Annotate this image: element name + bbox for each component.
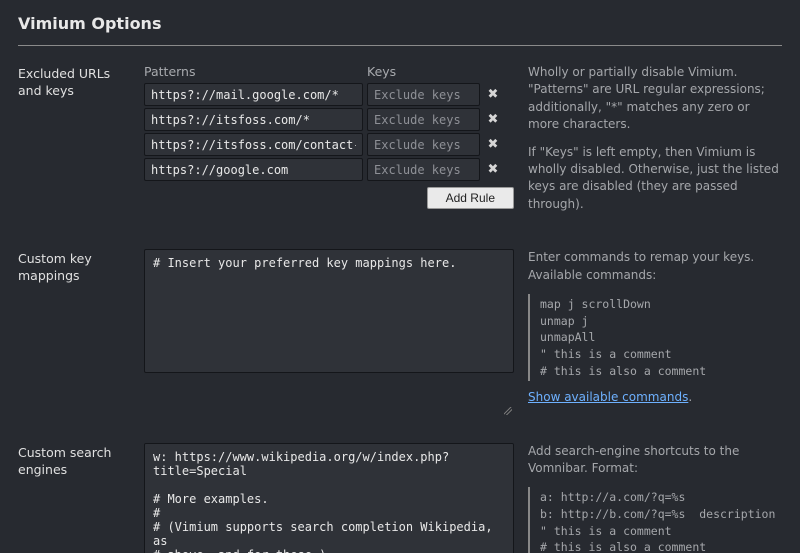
search-label: Custom search engines bbox=[18, 443, 130, 553]
help-text: Add search-engine shortcuts to the Vomni… bbox=[528, 443, 782, 478]
keymap-help: Enter commands to remap your keys. Avail… bbox=[528, 249, 782, 417]
search-example-block: a: http://a.com/?q=%s b: http://b.com/?q… bbox=[528, 487, 782, 553]
help-text: Wholly or partially disable Vimium. "Pat… bbox=[528, 64, 782, 134]
add-rule-button[interactable]: Add Rule bbox=[427, 187, 514, 209]
excluded-label: Excluded URLs and keys bbox=[18, 64, 130, 223]
page-title: Vimium Options bbox=[18, 14, 782, 33]
excluded-columns-header: Patterns Keys bbox=[144, 64, 514, 79]
keymap-example-block: map j scrollDown unmap j unmapAll " this… bbox=[528, 294, 782, 381]
pattern-input[interactable] bbox=[144, 83, 363, 106]
keys-input[interactable] bbox=[367, 133, 480, 156]
help-text: Enter commands to remap your keys. Avail… bbox=[528, 249, 782, 284]
search-help: Add search-engine shortcuts to the Vomni… bbox=[528, 443, 782, 553]
keys-input[interactable] bbox=[367, 158, 480, 181]
remove-rule-icon[interactable]: ✖ bbox=[484, 113, 502, 126]
section-search-engines: Custom search engines Add search-engine … bbox=[18, 443, 782, 553]
rule-row: ✖ bbox=[144, 133, 514, 156]
rule-row: ✖ bbox=[144, 83, 514, 106]
remove-rule-icon[interactable]: ✖ bbox=[484, 138, 502, 151]
pattern-input[interactable] bbox=[144, 158, 363, 181]
keymap-label: Custom key mappings bbox=[18, 249, 130, 417]
search-engines-textarea[interactable] bbox=[144, 443, 514, 553]
excluded-table: Patterns Keys ✖ ✖ ✖ ✖ bbox=[144, 64, 514, 223]
separator bbox=[18, 45, 782, 46]
pattern-input[interactable] bbox=[144, 108, 363, 131]
remove-rule-icon[interactable]: ✖ bbox=[484, 163, 502, 176]
excluded-help: Wholly or partially disable Vimium. "Pat… bbox=[528, 64, 782, 223]
pattern-input[interactable] bbox=[144, 133, 363, 156]
rule-row: ✖ bbox=[144, 158, 514, 181]
keys-input[interactable] bbox=[367, 108, 480, 131]
section-excluded-urls: Excluded URLs and keys Patterns Keys ✖ ✖… bbox=[18, 64, 782, 223]
keymap-textarea[interactable] bbox=[144, 249, 514, 373]
section-key-mappings: Custom key mappings Enter commands to re… bbox=[18, 249, 782, 417]
keys-header: Keys bbox=[367, 64, 514, 79]
rule-row: ✖ bbox=[144, 108, 514, 131]
show-commands-link[interactable]: Show available commands bbox=[528, 390, 688, 404]
patterns-header: Patterns bbox=[144, 64, 367, 79]
remove-rule-icon[interactable]: ✖ bbox=[484, 88, 502, 101]
keys-input[interactable] bbox=[367, 83, 480, 106]
help-text: If "Keys" is left empty, then Vimium is … bbox=[528, 144, 782, 214]
